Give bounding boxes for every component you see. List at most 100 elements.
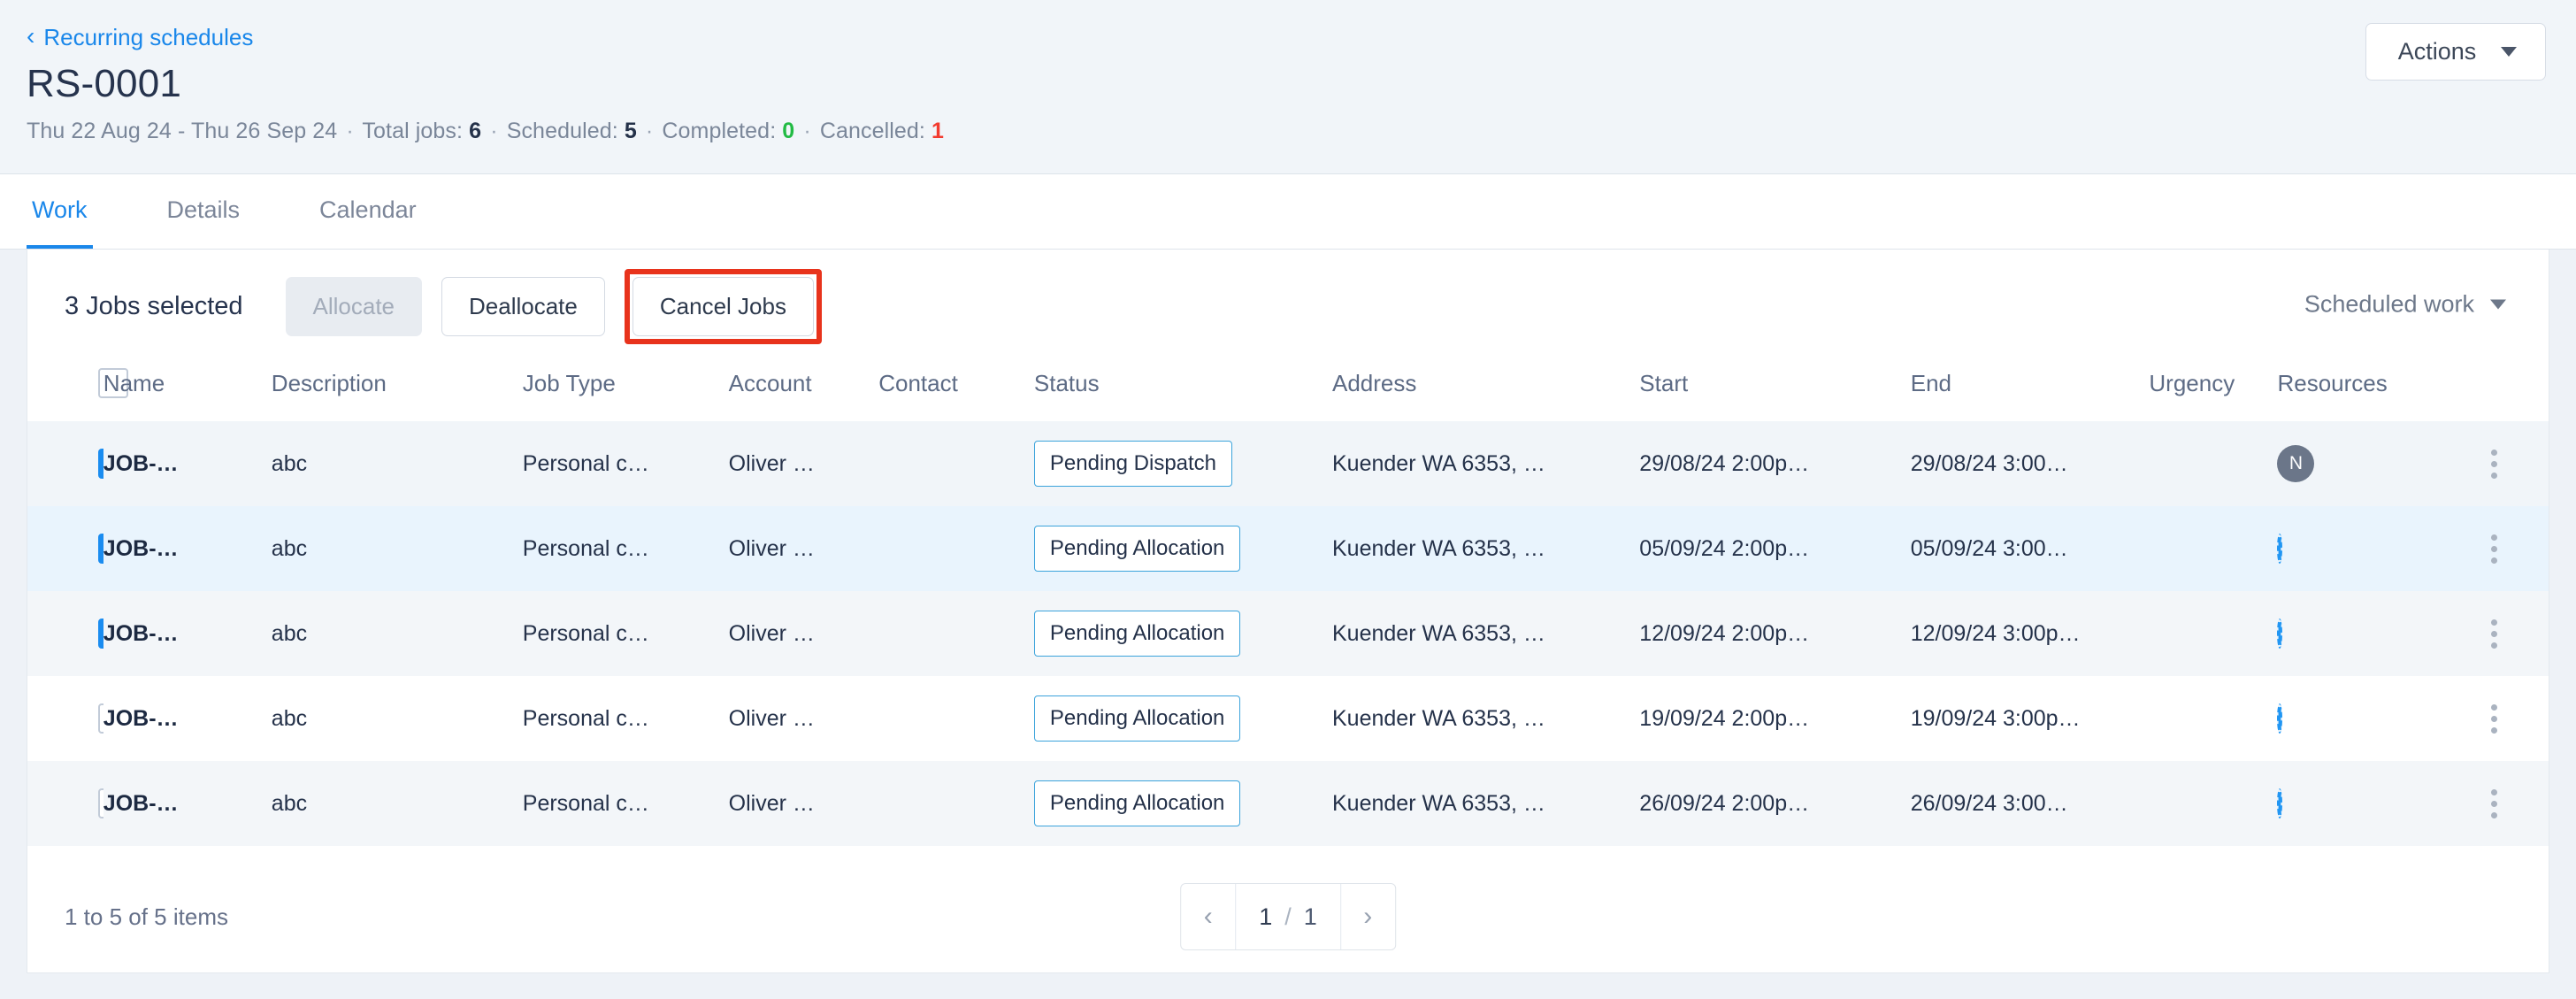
cell-end: 05/09/24 3:00…	[1911, 506, 2150, 591]
cell-description: abc	[272, 761, 523, 846]
header-address[interactable]: Address	[1332, 359, 1639, 421]
avatar[interactable]: N	[2277, 445, 2314, 482]
allocate-button[interactable]: Allocate	[286, 277, 423, 336]
cell-start: 29/08/24 2:00p…	[1639, 421, 1910, 506]
cell-contact	[878, 421, 1034, 506]
current-page-input[interactable]: 1	[1259, 903, 1272, 931]
tab-bar: Work Details Calendar	[0, 173, 2576, 250]
table-row[interactable]: JOB-… abc Personal c… Oliver … Pending A…	[27, 506, 2549, 591]
cell-urgency	[2149, 591, 2277, 676]
cell-job-type: Personal c…	[523, 421, 729, 506]
cell-end: 12/09/24 3:00p…	[1911, 591, 2150, 676]
header-resources[interactable]: Resources	[2277, 359, 2440, 421]
cancel-jobs-button[interactable]: Cancel Jobs	[632, 277, 814, 336]
row-menu-icon[interactable]	[2440, 619, 2549, 649]
cell-start: 26/09/24 2:00p…	[1639, 761, 1910, 846]
cell-name: JOB-…	[104, 451, 179, 476]
deallocate-button[interactable]: Deallocate	[441, 277, 605, 336]
selection-count-label: 3 Jobs selected	[65, 292, 243, 321]
pagination: ‹ 1 / 1 ›	[1180, 883, 1396, 950]
row-checkbox[interactable]	[98, 534, 104, 564]
table-footer: 1 to 5 of 5 items ‹ 1 / 1 ›	[27, 861, 2549, 972]
cell-description: abc	[272, 591, 523, 676]
status-badge: Pending Allocation	[1034, 526, 1240, 572]
header-status[interactable]: Status	[1034, 359, 1332, 421]
header-description[interactable]: Description	[272, 359, 523, 421]
cell-contact	[878, 506, 1034, 591]
table-row[interactable]: JOB-… abc Personal c… Oliver … Pending D…	[27, 421, 2549, 506]
cell-urgency	[2149, 761, 2277, 846]
cancelled-label: Cancelled:	[820, 119, 925, 143]
table-row[interactable]: JOB-… abc Personal c… Oliver … Pending A…	[27, 591, 2549, 676]
actions-button[interactable]: Actions	[2365, 23, 2546, 81]
cell-end: 26/09/24 3:00…	[1911, 761, 2150, 846]
total-jobs-value: 6	[469, 119, 481, 143]
row-menu-icon[interactable]	[2440, 534, 2549, 564]
avatar-unassigned-icon[interactable]	[2277, 788, 2282, 818]
header-urgency[interactable]: Urgency	[2149, 359, 2277, 421]
total-jobs-label: Total jobs:	[362, 119, 463, 143]
view-filter-dropdown[interactable]: Scheduled work	[2304, 291, 2506, 319]
cell-account: Oliver …	[729, 506, 879, 591]
row-menu-icon[interactable]	[2440, 450, 2549, 479]
status-badge: Pending Allocation	[1034, 695, 1240, 742]
cell-urgency	[2149, 421, 2277, 506]
table-header-row: Name Description Job Type Account Contac…	[27, 359, 2549, 421]
tab-details[interactable]: Details	[162, 174, 246, 249]
cell-urgency	[2149, 676, 2277, 761]
sub-separator-3: ·	[643, 119, 656, 143]
sub-separator-1: ·	[343, 119, 356, 143]
row-select-cell	[27, 421, 104, 506]
header-job-type[interactable]: Job Type	[523, 359, 729, 421]
avatar-unassigned-icon[interactable]	[2277, 534, 2282, 564]
sub-separator-4: ·	[801, 119, 813, 143]
jobs-toolbar: 3 Jobs selected Allocate Deallocate Canc…	[27, 250, 2549, 359]
row-menu-icon[interactable]	[2440, 704, 2549, 734]
cell-name: JOB-…	[104, 621, 179, 646]
tab-calendar[interactable]: Calendar	[314, 174, 422, 249]
header-account[interactable]: Account	[729, 359, 879, 421]
cell-name: JOB-…	[104, 791, 179, 816]
header-name[interactable]: Name	[104, 359, 272, 421]
cell-contact	[878, 761, 1034, 846]
chevron-left-icon: ‹	[27, 24, 34, 49]
avatar-unassigned-icon[interactable]	[2277, 619, 2282, 649]
cell-urgency	[2149, 506, 2277, 591]
tab-work[interactable]: Work	[27, 174, 93, 249]
row-checkbox[interactable]	[98, 449, 104, 479]
cell-job-type: Personal c…	[523, 676, 729, 761]
row-menu-icon[interactable]	[2440, 789, 2549, 818]
cell-job-type: Personal c…	[523, 506, 729, 591]
cell-contact	[878, 591, 1034, 676]
breadcrumb[interactable]: ‹ Recurring schedules	[27, 25, 253, 50]
row-checkbox[interactable]	[98, 619, 104, 649]
cell-start: 12/09/24 2:00p…	[1639, 591, 1910, 676]
scheduled-value: 5	[625, 119, 637, 143]
next-page-button[interactable]: ›	[1340, 884, 1395, 949]
cell-end: 19/09/24 3:00p…	[1911, 676, 2150, 761]
total-pages-label: 1	[1304, 903, 1317, 931]
cell-account: Oliver …	[729, 676, 879, 761]
cell-job-type: Personal c…	[523, 761, 729, 846]
row-select-cell	[27, 676, 104, 761]
avatar-unassigned-icon[interactable]	[2277, 703, 2282, 734]
header-end[interactable]: End	[1911, 359, 2150, 421]
status-badge: Pending Allocation	[1034, 611, 1240, 657]
header-contact[interactable]: Contact	[878, 359, 1034, 421]
row-select-cell	[27, 591, 104, 676]
header-start[interactable]: Start	[1639, 359, 1910, 421]
jobs-table-head: Name Description Job Type Account Contac…	[27, 359, 2549, 421]
header-row-menu	[2440, 359, 2549, 421]
actions-button-label: Actions	[2398, 38, 2477, 65]
cell-contact	[878, 676, 1034, 761]
prev-page-button[interactable]: ‹	[1181, 884, 1236, 949]
page-title: RS-0001	[27, 62, 2544, 106]
cell-description: abc	[272, 676, 523, 761]
page-separator: /	[1284, 903, 1292, 931]
completed-label: Completed:	[662, 119, 776, 143]
row-select-cell	[27, 506, 104, 591]
status-badge: Pending Allocation	[1034, 780, 1240, 826]
table-row[interactable]: JOB-… abc Personal c… Oliver … Pending A…	[27, 676, 2549, 761]
table-row[interactable]: JOB-… abc Personal c… Oliver … Pending A…	[27, 761, 2549, 846]
cell-description: abc	[272, 506, 523, 591]
